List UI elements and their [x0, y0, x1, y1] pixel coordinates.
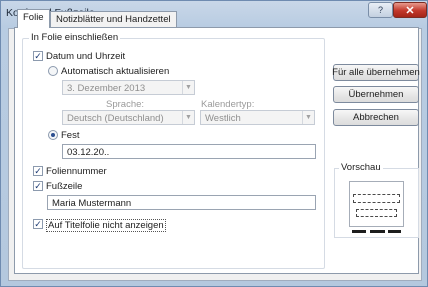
chevron-down-icon: ▼ — [302, 111, 314, 124]
preview-footer-date-bar — [352, 230, 366, 233]
help-button[interactable]: ? — [368, 2, 393, 18]
language-combo[interactable]: Deutsch (Deutschland) ▼ — [62, 110, 195, 125]
cancel-button[interactable]: Abbrechen — [333, 109, 419, 126]
calendar-type-combo[interactable]: Westlich ▼ — [200, 110, 315, 125]
tab-label: Folie — [23, 12, 44, 23]
preview-slide — [349, 181, 404, 227]
apply-all-button[interactable]: Für alle übernehmen — [332, 64, 420, 81]
close-button[interactable]: ✕ — [393, 2, 427, 18]
fixed-date-value: 03.12.20.. — [67, 147, 110, 158]
checkmark-icon: ✓ — [34, 165, 42, 176]
chevron-down-icon: ▼ — [182, 111, 194, 124]
checkmark-icon: ✓ — [34, 50, 42, 61]
footer-text-input[interactable]: Maria Mustermann — [47, 195, 316, 210]
preview-body-placeholder — [356, 209, 397, 217]
hide-on-title-label[interactable]: Auf Titelfolie nicht anzeigen — [46, 219, 166, 232]
cancel-label: Abbrechen — [353, 112, 399, 123]
preview-label: Vorschau — [339, 162, 383, 173]
checkmark-icon: ✓ — [34, 180, 42, 191]
preview-footer-number-bar — [388, 230, 401, 233]
tab-label: Notizblätter und Handzettel — [56, 14, 171, 25]
date-format-combo[interactable]: 3. Dezember 2013 ▼ — [62, 80, 195, 95]
close-icon: ✕ — [405, 4, 415, 17]
date-time-label[interactable]: Datum und Uhrzeit — [46, 51, 125, 62]
chevron-down-icon: ▼ — [182, 81, 194, 94]
calendar-type-value: Westlich — [205, 113, 241, 124]
checkmark-icon: ✓ — [34, 218, 42, 229]
footer-text-value: Maria Mustermann — [52, 198, 132, 209]
fixed-date-label[interactable]: Fest — [61, 130, 79, 141]
slide-number-checkbox[interactable]: ✓ — [33, 166, 43, 176]
fixed-date-radio[interactable] — [48, 130, 58, 140]
footer-label[interactable]: Fußzeile — [46, 181, 82, 192]
preview-title-placeholder — [353, 194, 400, 203]
apply-label: Übernehmen — [348, 89, 404, 100]
footer-checkbox[interactable]: ✓ — [33, 181, 43, 191]
preview-footer-text-bar — [370, 230, 385, 233]
calendar-type-label: Kalendertyp: — [201, 99, 255, 110]
slide-number-label[interactable]: Foliennummer — [46, 166, 107, 177]
auto-update-label[interactable]: Automatisch aktualisieren — [61, 66, 169, 77]
auto-update-radio[interactable] — [48, 66, 58, 76]
hide-on-title-checkbox[interactable]: ✓ — [33, 219, 43, 229]
fixed-date-input[interactable]: 03.12.20.. — [62, 144, 316, 159]
date-format-value: 3. Dezember 2013 — [67, 83, 146, 94]
apply-button[interactable]: Übernehmen — [333, 86, 419, 103]
language-label: Sprache: — [106, 99, 145, 110]
help-icon: ? — [377, 5, 383, 15]
date-time-checkbox[interactable]: ✓ — [33, 51, 43, 61]
tab-folie[interactable]: Folie — [17, 9, 50, 28]
apply-all-label: Für alle übernehmen — [332, 67, 420, 78]
tab-notes-handouts[interactable]: Notizblätter und Handzettel — [50, 11, 177, 28]
language-value: Deutsch (Deutschland) — [67, 113, 164, 124]
include-group-label: In Folie einschließen — [29, 32, 121, 43]
